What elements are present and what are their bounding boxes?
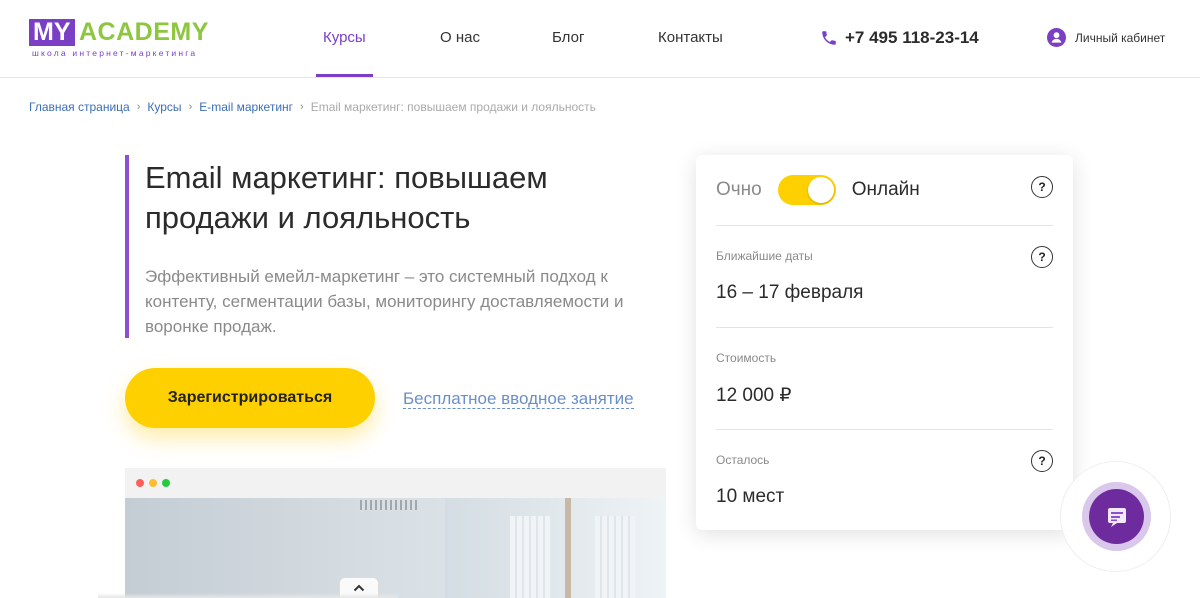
classroom-photo <box>125 498 666 598</box>
hero-accent-bar <box>125 155 129 338</box>
account-label: Личный кабинет <box>1075 30 1166 45</box>
breadcrumb-current: Email маркетинг: повышаем продажи и лоял… <box>310 100 596 114</box>
seats-label: Осталось <box>716 453 770 467</box>
photo-blind <box>510 516 550 598</box>
logo[interactable]: MY ACADEMY школа интернет-маркетинга <box>29 19 229 61</box>
photo-vent <box>360 500 420 510</box>
dot-red-icon <box>136 479 144 487</box>
nav-item-courses[interactable]: Курсы <box>323 29 366 46</box>
format-toggle[interactable] <box>777 175 836 205</box>
breadcrumb-email-marketing[interactable]: E-mail маркетинг <box>199 100 293 114</box>
chat-button[interactable] <box>1089 489 1144 544</box>
toggle-knob <box>807 177 834 203</box>
nav-item-blog[interactable]: Блог <box>552 29 584 46</box>
phone-icon <box>822 31 836 45</box>
divider <box>716 429 1053 430</box>
logo-academy: ACADEMY <box>79 18 209 46</box>
chat-icon <box>1107 507 1126 527</box>
window-dots <box>136 479 175 487</box>
nav-item-about[interactable]: О нас <box>440 29 480 46</box>
phone-link[interactable]: +7 495 118-23-14 <box>820 27 979 49</box>
register-button[interactable]: Зарегистрироваться <box>125 368 375 428</box>
divider <box>716 225 1053 226</box>
nav-active-indicator <box>316 74 373 77</box>
phone-number: +7 495 118-23-14 <box>845 28 979 47</box>
hero-description: Эффективный емейл-маркетинг – это систем… <box>145 267 624 336</box>
photo-wall <box>125 498 445 598</box>
price-value: 12 000 ₽ <box>716 385 792 406</box>
photo-blind <box>595 516 635 598</box>
divider <box>716 327 1053 328</box>
page-title: Email маркетинг: повышаем продажи и лоял… <box>145 160 548 235</box>
format-help-icon[interactable]: ? <box>1031 176 1053 198</box>
photo-pipe <box>565 498 571 598</box>
breadcrumb-courses[interactable]: Курсы <box>147 100 181 114</box>
chevron-right-icon: › <box>300 101 304 113</box>
dates-help-icon[interactable]: ? <box>1031 246 1053 268</box>
mode-online-label[interactable]: Онлайн <box>852 179 920 201</box>
chevron-right-icon: › <box>136 101 141 113</box>
dot-yellow-icon <box>149 479 157 487</box>
logo-tagline: школа интернет-маркетинга <box>32 48 198 58</box>
seats-value: 10 мест <box>716 486 785 507</box>
user-icon <box>1047 28 1066 47</box>
site-header: MY ACADEMY школа интернет-маркетинга Кур… <box>0 0 1200 78</box>
price-label: Стоимость <box>716 351 777 365</box>
dates-label: Ближайшие даты <box>716 249 813 263</box>
breadcrumb: Главная страница › Курсы › E-mail маркет… <box>29 100 596 114</box>
account-link[interactable]: Личный кабинет <box>1047 28 1165 47</box>
free-lesson-link[interactable]: Бесплатное вводное занятие <box>403 390 634 409</box>
chevron-up-icon <box>353 584 365 592</box>
course-photo-frame <box>125 468 666 598</box>
dates-value: 16 – 17 февраля <box>716 282 864 303</box>
seats-help-icon[interactable]: ? <box>1031 450 1053 472</box>
format-switcher: Очно Онлайн <box>716 175 920 205</box>
mode-offline-label[interactable]: Очно <box>716 179 762 201</box>
chevron-right-icon: › <box>188 101 193 113</box>
breadcrumb-home[interactable]: Главная страница <box>29 100 130 114</box>
booking-card: Очно Онлайн ? Ближайшие даты ? 16 – 17 ф… <box>696 155 1073 530</box>
logo-my: MY <box>29 19 75 46</box>
bottom-shadow <box>98 593 398 598</box>
nav-item-contacts[interactable]: Контакты <box>658 29 723 46</box>
dot-green-icon <box>162 479 170 487</box>
